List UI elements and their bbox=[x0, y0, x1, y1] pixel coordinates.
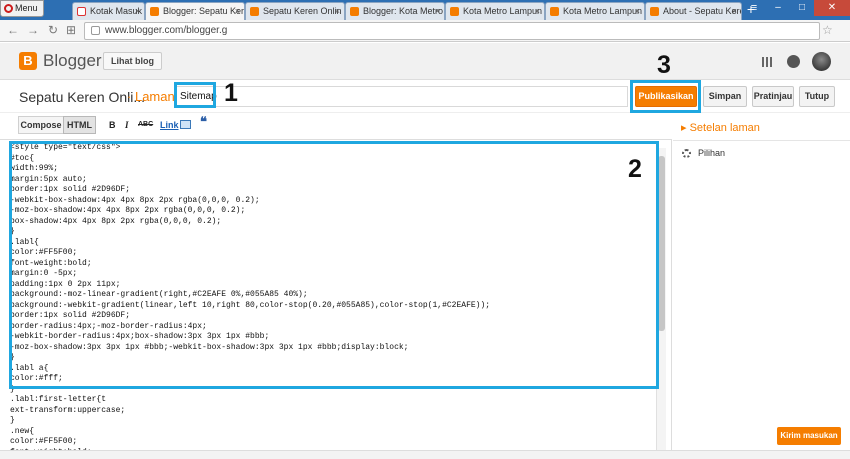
blogger-header: B Blogger Lihat blog bbox=[0, 43, 850, 80]
blogger-favicon bbox=[250, 7, 259, 16]
insert-image-icon[interactable] bbox=[180, 120, 191, 129]
sidebar-divider bbox=[673, 140, 850, 141]
reload-icon[interactable]: ↻ bbox=[46, 23, 60, 37]
code-line: } bbox=[10, 416, 15, 425]
annotation-number-3: 3 bbox=[657, 51, 671, 79]
code-line: ext-transform:uppercase; bbox=[10, 405, 126, 415]
tab-label: Blogger: Kota Metro bbox=[363, 6, 444, 16]
browser-navbar: ← → ↻ ⊞ www.blogger.com/blogger.g ☆ bbox=[0, 20, 850, 42]
bookmark-star-icon[interactable]: ☆ bbox=[822, 23, 833, 37]
italic-button[interactable]: I bbox=[125, 120, 129, 130]
tab-about[interactable]: About - Sepatu Kere × bbox=[645, 2, 742, 20]
blogger-favicon bbox=[150, 7, 159, 16]
window-close-icon[interactable]: ✕ bbox=[814, 0, 850, 16]
close-tab-icon[interactable]: × bbox=[535, 3, 540, 20]
blogger-favicon bbox=[350, 7, 359, 16]
code-line: .new{ bbox=[10, 426, 35, 436]
browser-tabstrip: Menu Kotak Masuk (2) - fe × Blogger: Sep… bbox=[0, 0, 850, 20]
quote-icon[interactable]: ❝ bbox=[200, 115, 207, 128]
browser-menu-button[interactable]: Menu bbox=[0, 0, 44, 17]
tab-label: Kota Metro Lampun bbox=[563, 6, 643, 16]
url-text: www.blogger.com/blogger.g bbox=[105, 25, 228, 36]
gear-icon bbox=[682, 149, 691, 158]
settings-sidebar bbox=[673, 113, 850, 450]
page-title-input[interactable] bbox=[176, 86, 628, 107]
close-tab-icon[interactable]: × bbox=[335, 3, 340, 20]
send-feedback-button[interactable]: Kirim masukan bbox=[777, 427, 841, 445]
close-tab-icon[interactable]: × bbox=[635, 3, 640, 20]
lock-icon bbox=[91, 26, 100, 35]
tab-kotak-masuk[interactable]: Kotak Masuk (2) - fe × bbox=[72, 2, 145, 20]
tab-label: Kota Metro Lampun bbox=[463, 6, 543, 16]
link-button[interactable]: Link bbox=[160, 120, 179, 130]
avatar[interactable] bbox=[812, 52, 831, 71]
preview-button[interactable]: Pratinjau bbox=[752, 86, 794, 107]
blogger-logo-icon: B bbox=[19, 52, 37, 70]
annotation-box-3 bbox=[630, 80, 701, 113]
home-grid-icon[interactable]: ⊞ bbox=[64, 23, 78, 37]
annotation-number-1: 1 bbox=[224, 79, 238, 107]
tab-label: Sepatu Keren Onlin bbox=[263, 6, 342, 16]
annotation-box-2 bbox=[9, 141, 659, 389]
strikethrough-button[interactable]: ABC bbox=[138, 120, 153, 130]
address-bar[interactable]: www.blogger.com/blogger.g bbox=[84, 22, 820, 40]
tab-kota-metro-2[interactable]: Kota Metro Lampun × bbox=[545, 2, 645, 20]
back-arrow-icon[interactable]: ← bbox=[6, 23, 20, 37]
tab-blogger-sepatu[interactable]: Blogger: Sepatu Ker × bbox=[145, 2, 245, 20]
opera-icon bbox=[4, 4, 13, 13]
apps-grid-icon[interactable] bbox=[762, 57, 772, 67]
view-blog-button[interactable]: Lihat blog bbox=[103, 52, 162, 70]
blogger-favicon bbox=[650, 7, 659, 16]
status-bar bbox=[0, 450, 850, 459]
window-controls: ≡ – □ ✕ bbox=[742, 0, 850, 16]
annotation-box-1 bbox=[174, 82, 216, 108]
save-button[interactable]: Simpan bbox=[703, 86, 747, 107]
tab-sepatu-keren[interactable]: Sepatu Keren Onlin × bbox=[245, 2, 345, 20]
tab-list-icon[interactable]: ≡ bbox=[742, 0, 766, 16]
blogger-wordmark: Blogger bbox=[43, 51, 102, 70]
close-tab-icon[interactable]: × bbox=[135, 3, 140, 20]
menu-label: Menu bbox=[15, 3, 38, 13]
tab-blogger-kota-metro[interactable]: Blogger: Kota Metro × bbox=[345, 2, 445, 20]
blogger-favicon bbox=[450, 7, 459, 16]
tab-label: Blogger: Sepatu Ker bbox=[163, 6, 245, 16]
forward-arrow-icon[interactable]: → bbox=[26, 23, 40, 37]
close-button[interactable]: Tutup bbox=[799, 86, 835, 107]
tab-kota-metro-1[interactable]: Kota Metro Lampun × bbox=[445, 2, 545, 20]
tab-label: About - Sepatu Kere bbox=[663, 6, 742, 16]
code-line: color:#FF5F00; bbox=[10, 437, 78, 446]
close-tab-icon[interactable]: × bbox=[235, 3, 240, 20]
page-settings-heading[interactable]: ▸ Setelan laman bbox=[681, 121, 760, 134]
html-mode-button[interactable]: HTML bbox=[63, 116, 96, 134]
minimize-icon[interactable]: – bbox=[766, 0, 790, 16]
options-item[interactable]: Pilihan bbox=[698, 148, 725, 158]
notifications-icon[interactable] bbox=[787, 55, 800, 68]
gmail-icon bbox=[77, 7, 86, 16]
section-label: · Laman bbox=[127, 89, 175, 104]
compose-mode-button[interactable]: Compose bbox=[18, 116, 64, 134]
annotation-number-2: 2 bbox=[628, 155, 642, 183]
editor-toolbar: Compose HTML B I ABC Link ❝ bbox=[0, 113, 672, 137]
close-tab-icon[interactable]: × bbox=[435, 3, 440, 20]
blogger-favicon bbox=[550, 7, 559, 16]
maximize-icon[interactable]: □ bbox=[790, 0, 814, 16]
code-line: .labl:first-letter{t bbox=[10, 395, 107, 404]
editor-scrollbar-thumb[interactable] bbox=[658, 156, 665, 331]
section-name: Laman bbox=[134, 89, 175, 104]
close-tab-icon[interactable]: × bbox=[732, 3, 737, 20]
bold-button[interactable]: B bbox=[109, 120, 116, 130]
separator: · bbox=[127, 89, 132, 104]
